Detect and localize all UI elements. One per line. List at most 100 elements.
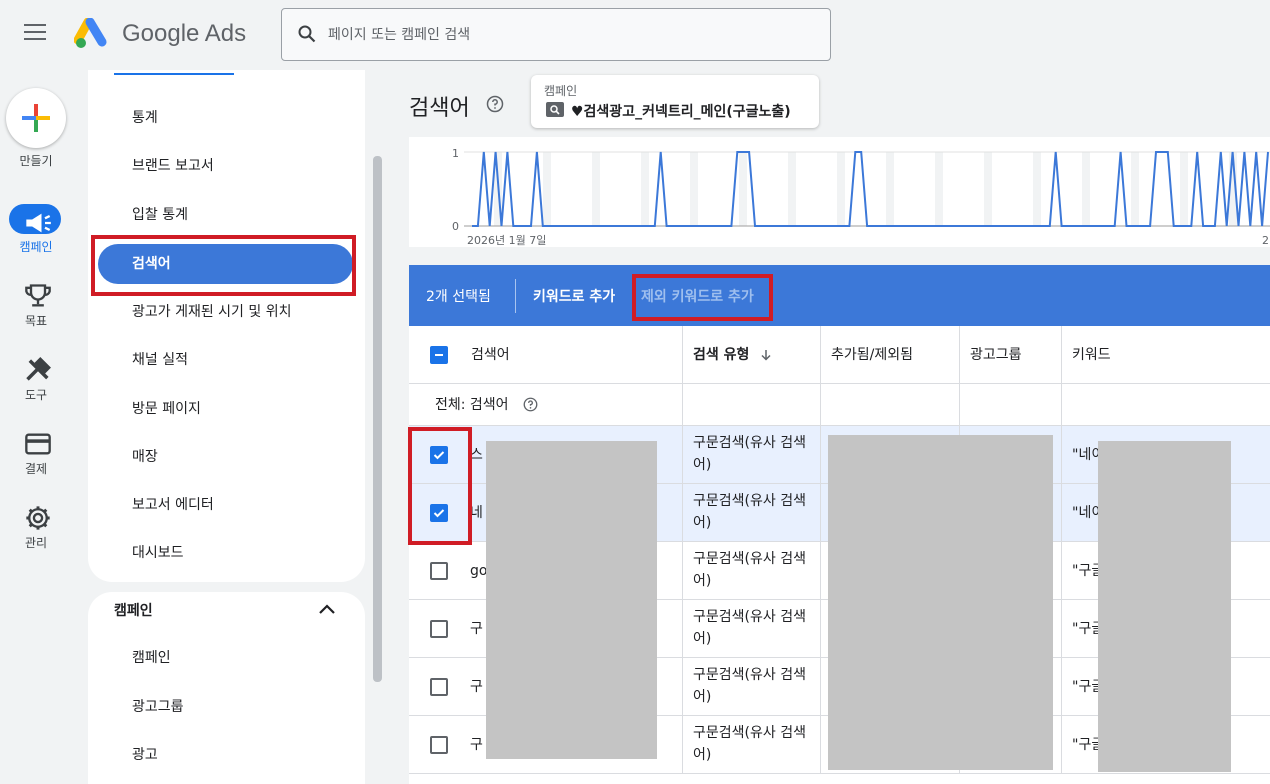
header-added-excluded[interactable]: 추가됨/제외됨 (820, 326, 960, 384)
rail-label-campaigns: 캠페인 (19, 240, 53, 254)
chart-band (1131, 152, 1139, 226)
menu-icon[interactable] (24, 24, 46, 42)
nav-item-auction-insights[interactable]: 입찰 통계 (98, 195, 353, 235)
chart-band (935, 152, 943, 226)
rail-item-campaigns[interactable]: 캠페인 (0, 204, 72, 260)
match-type-cell: 구문검색(유사 검색어) (682, 600, 821, 657)
rail-item-tools[interactable]: 도구 (0, 356, 72, 412)
highlight-search-terms-nav (91, 235, 356, 296)
sort-arrow-down-icon (761, 350, 771, 361)
chart-series-line (472, 151, 1269, 227)
header-search-term[interactable]: 검색어 (471, 326, 681, 384)
nav-section-cut-title (114, 70, 354, 78)
search-input[interactable] (328, 23, 808, 47)
search-term-cell: 구 (470, 737, 483, 753)
nav-item-campaigns[interactable]: 캠페인 (98, 638, 353, 678)
chart-band (543, 152, 551, 226)
nav-item-where-ads-showed[interactable]: 광고가 게재된 시기 및 위치 (98, 292, 353, 332)
rail-label-billing: 결제 (24, 462, 48, 476)
search-campaign-icon (546, 102, 564, 117)
search-terms-table: 검색어 검색 유형 추가됨/제외됨 광고그룹 키워드 전체: 검색어 스 구문검색… (409, 326, 1270, 784)
table-header: 검색어 검색 유형 추가됨/제외됨 광고그룹 키워드 (409, 326, 1270, 384)
match-type-text: 구문검색(유사 검색어) (693, 493, 806, 531)
add-as-keyword-button[interactable]: 키워드로 추가 (533, 286, 615, 306)
chart-band (788, 152, 796, 226)
search-term-cell: 구 (470, 679, 483, 695)
campaigns-nav-section: 캠페인 캠페인 광고그룹 광고 (88, 592, 365, 784)
sidenav-scrollbar[interactable] (373, 156, 382, 682)
toolbar-divider (515, 279, 516, 313)
tools-icon (26, 357, 51, 381)
top-bar: Google Ads (0, 0, 1270, 70)
chart-band (641, 152, 649, 226)
nav-section-title[interactable]: 캠페인 (114, 600, 153, 620)
nav-item-stores[interactable]: 매장 (98, 437, 353, 477)
campaign-selector-label: 캠페인 (544, 84, 578, 98)
rail-label-admin: 관리 (24, 536, 48, 550)
col-divider (959, 384, 960, 425)
redaction-block (1098, 441, 1231, 772)
chart-band (886, 152, 894, 226)
col-divider (820, 384, 821, 425)
chevron-up-icon[interactable] (318, 602, 336, 616)
nav-item-channel-performance[interactable]: 채널 실적 (98, 340, 353, 380)
nav-item-report-editor[interactable]: 보고서 에디터 (98, 485, 353, 525)
app-name: Google Ads (122, 20, 247, 47)
total-row: 전체: 검색어 (409, 384, 1270, 426)
redaction-block (486, 441, 657, 759)
y-tick-label: 0 (452, 220, 459, 233)
col-divider (682, 384, 683, 425)
header-keyword[interactable]: 키워드 (1061, 326, 1270, 384)
row-checkbox[interactable] (430, 620, 448, 638)
match-type-cell: 구문검색(유사 검색어) (682, 658, 821, 715)
google-ads-logo-icon (74, 18, 107, 48)
row-checkbox[interactable] (430, 678, 448, 696)
trophy-icon (25, 284, 51, 307)
gear-icon (26, 506, 50, 530)
chart-svg: 1 0 2026년 1월 7일 2 (452, 147, 1270, 247)
chart-band (1180, 152, 1188, 226)
search-box[interactable] (281, 8, 831, 61)
match-type-cell: 구문검색(유사 검색어) (682, 542, 821, 599)
page-title: 검색어 (409, 96, 470, 121)
row-checkbox[interactable] (430, 562, 448, 580)
x-tick-label: 2026년 1월 7일 (467, 233, 546, 247)
highlight-selected-checkboxes (408, 427, 472, 545)
chart-band (739, 152, 747, 226)
row-checkbox[interactable] (430, 736, 448, 754)
header-match-type[interactable]: 검색 유형 (682, 326, 821, 384)
chart-band (690, 152, 698, 226)
nav-item-landing-pages[interactable]: 방문 페이지 (98, 389, 353, 429)
nav-item-ad-groups[interactable]: 광고그룹 (98, 687, 353, 727)
chart-band (984, 152, 992, 226)
nav-item-dashboards[interactable]: 대시보드 (98, 533, 353, 573)
nav-item-statistics[interactable]: 통계 (98, 98, 353, 138)
insights-nav-section: 통계 브랜드 보고서 입찰 통계 검색어 광고가 게재된 시기 및 위치 채널 … (88, 70, 365, 582)
rail-item-goals[interactable]: 목표 (0, 282, 72, 338)
chart-band (837, 152, 845, 226)
campaign-selector[interactable]: 캠페인 ♥검색광고_커넥트리_메인(구글노출) (531, 75, 819, 128)
chart-band (1082, 152, 1090, 226)
campaign-name: ♥검색광고_커넥트리_메인(구글노출) (571, 104, 791, 120)
nav-item-ads[interactable]: 광고 (98, 735, 353, 775)
col-divider (1061, 384, 1062, 425)
credit-card-icon (25, 433, 51, 455)
selected-count: 2개 선택됨 (426, 289, 491, 305)
rail-item-admin[interactable]: 관리 (0, 504, 72, 560)
match-type-cell: 구문검색(유사 검색어) (682, 484, 821, 541)
create-label: 만들기 (19, 154, 53, 168)
help-icon[interactable] (523, 397, 538, 412)
header-ad-group[interactable]: 광고그룹 (959, 326, 1062, 384)
search-icon (298, 25, 316, 43)
total-label: 전체: 검색어 (435, 397, 509, 413)
x-tick-label: 2 (1262, 234, 1269, 247)
match-type-text: 구문검색(유사 검색어) (693, 667, 806, 705)
rail-label-tools: 도구 (24, 388, 48, 402)
select-all-checkbox[interactable] (430, 346, 448, 364)
rail-item-billing[interactable]: 결제 (0, 430, 72, 486)
match-type-text: 구문검색(유사 검색어) (693, 609, 806, 647)
create-button[interactable] (6, 88, 66, 148)
nav-item-brand-report[interactable]: 브랜드 보고서 (98, 146, 353, 186)
help-icon[interactable] (486, 95, 504, 113)
match-type-text: 구문검색(유사 검색어) (693, 725, 806, 763)
